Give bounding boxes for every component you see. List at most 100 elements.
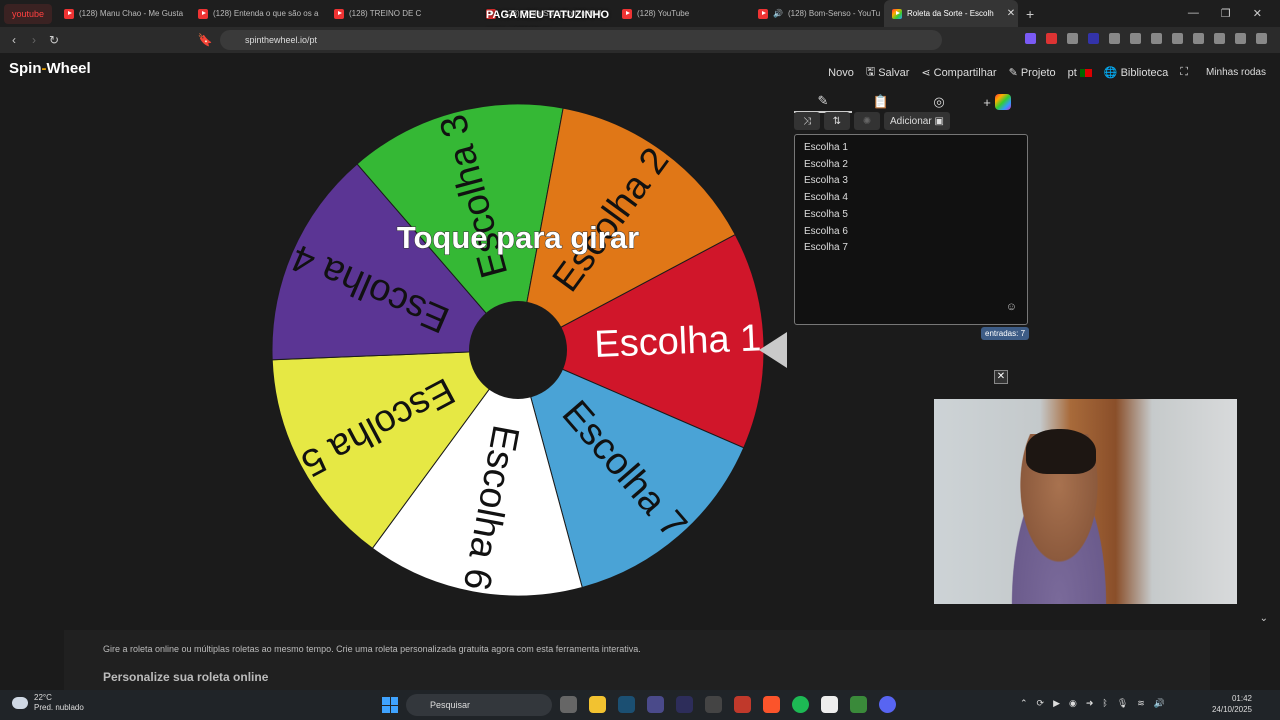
extension-icon[interactable] <box>1067 33 1078 44</box>
forward-icon[interactable]: › <box>24 33 44 47</box>
nav-label: Compartilhar <box>933 66 997 79</box>
new-tab-button[interactable]: + <box>1026 6 1034 22</box>
spotify-icon[interactable] <box>792 696 809 713</box>
app-icon[interactable] <box>676 696 693 713</box>
entries-textarea[interactable]: Escolha 1 Escolha 2 Escolha 3 Escolha 4 … <box>794 134 1028 325</box>
brave-icon[interactable] <box>763 696 780 713</box>
biblioteca-button[interactable]: 🌐 Biblioteca <box>1104 66 1168 80</box>
projeto-button[interactable]: ✎ Projeto <box>1008 66 1056 80</box>
sync-icon[interactable]: ⟳ <box>1037 698 1045 709</box>
chevron-down-icon[interactable]: ⌄ <box>1260 613 1268 624</box>
play-icon[interactable]: ▶ <box>1053 698 1060 709</box>
chevron-up-icon[interactable]: ⌃ <box>1020 698 1028 709</box>
weather-widget[interactable]: 22°C Pred. nublado <box>12 693 84 713</box>
tab-entenda[interactable]: (128) Entenda o que são os a <box>190 0 326 27</box>
leo-icon[interactable] <box>1214 33 1225 44</box>
music-icon[interactable] <box>1151 33 1162 44</box>
tab-label: (128) YouTube <box>637 9 690 18</box>
editor-toolbar: ✎ 📋 ◎ + <box>794 91 1034 113</box>
wheel-segment-label: Escolha 1 <box>594 317 762 366</box>
spinwheel-favicon-icon <box>892 8 902 19</box>
edit-tab[interactable]: ✎ <box>794 91 852 113</box>
puzzle-icon[interactable] <box>1109 33 1120 44</box>
compartilhar-button[interactable]: ⋖ Compartilhar <box>921 66 997 80</box>
task-view-icon[interactable] <box>560 696 577 713</box>
date: 24/10/2025 <box>1211 705 1252 714</box>
spin-prompt-text[interactable]: Toque para girar <box>396 220 639 256</box>
microphone-icon[interactable]: 🎙 <box>1117 698 1128 709</box>
discord-icon[interactable] <box>879 696 896 713</box>
shuffle-button[interactable]: ⤨ <box>794 112 820 130</box>
wallet-icon[interactable] <box>1193 33 1204 44</box>
window-controls: — ❐ ✕ <box>1188 7 1280 20</box>
footer-heading: Personalize sua roleta online <box>103 670 269 684</box>
arrow-icon[interactable]: ➜ <box>1086 698 1094 709</box>
vpn-icon[interactable] <box>1235 33 1246 44</box>
tab-label: (128) Manu Chao - Me Gusta <box>79 9 184 18</box>
wheel-svg[interactable]: Escolha 1Escolha 7Escolha 6Escolha 5Esco… <box>270 102 766 598</box>
url-field[interactable]: spinthewheel.io/pt <box>220 30 942 50</box>
volume-icon[interactable]: 🔊 <box>1154 698 1165 709</box>
close-overlay-button[interactable]: ✕ <box>994 370 1008 384</box>
tab-pinned-youtube[interactable]: youtube <box>4 3 52 24</box>
reload-icon[interactable]: ↻ <box>44 33 64 47</box>
minimize-icon[interactable]: — <box>1188 7 1199 20</box>
emoji-icon[interactable]: ☺ <box>1006 299 1017 316</box>
logo-text: Wheel <box>46 60 91 77</box>
nav-label: Projeto <box>1020 66 1056 79</box>
tab-roleta-active[interactable]: Roleta da Sorte - Escolh ✕ <box>884 0 1018 27</box>
add-wheel-button[interactable]: + <box>968 91 1026 113</box>
site-logo[interactable]: Spin-Wheel <box>9 60 91 77</box>
spin-wheel[interactable]: Escolha 1 Escolha 7 Escolha 6 Escolha 5 Esco… <box>270 102 766 598</box>
extension-icon[interactable] <box>1130 33 1141 44</box>
app-tray-icon[interactable]: ◉ <box>1069 698 1077 709</box>
notepad-icon[interactable] <box>821 696 838 713</box>
spinthewheel-page: Spin-Wheel Novo 🖫 Salvar ⋖ Compartilhar ✎ P… <box>0 53 1280 690</box>
add-label: Adicionar <box>890 115 932 127</box>
tab-manu-chao[interactable]: (128) Manu Chao - Me Gusta <box>56 0 190 27</box>
wheel-hub[interactable] <box>469 301 567 399</box>
wifi-icon[interactable]: ≋ <box>1137 698 1145 709</box>
youtube-icon <box>334 8 344 19</box>
fullscreen-button[interactable]: ⛶ <box>1180 66 1188 79</box>
logo-text: Spin <box>9 60 42 77</box>
entry-line: Escolha 6 <box>804 225 848 237</box>
menu-icon[interactable] <box>1256 33 1267 44</box>
sort-button[interactable]: ⇅ <box>824 112 850 130</box>
novo-button[interactable]: Novo <box>828 67 854 79</box>
shuffle-icon: ⤨ <box>803 115 811 127</box>
extension-icon[interactable] <box>1088 33 1099 44</box>
salvar-button[interactable]: 🖫 Salvar <box>866 63 910 82</box>
language-selector[interactable]: pt <box>1068 67 1092 79</box>
add-image-button[interactable]: Adicionar ▣ <box>884 112 950 130</box>
color-palette-icon <box>994 94 1011 110</box>
entry-tools: ⤨ ⇅ ✺ Adicionar ▣ <box>794 112 950 130</box>
taskbar-search[interactable]: Pesquisar <box>406 694 552 716</box>
app-icon[interactable] <box>647 696 664 713</box>
extension-icon[interactable] <box>1025 33 1036 44</box>
bluetooth-icon[interactable]: ᛒ <box>1102 698 1107 709</box>
cloud-icon <box>12 697 28 709</box>
clock[interactable]: 01:42 24/10/2025 <box>1208 693 1252 715</box>
tab-treino[interactable]: (128) TREINO DE C <box>326 0 476 27</box>
opera-icon[interactable] <box>734 696 751 713</box>
close-tab-icon[interactable]: ✕ <box>1007 8 1015 19</box>
tab-bom-senso[interactable]: 🔊 (128) Bom-Senso - YouTu <box>750 0 884 27</box>
sidebar-icon[interactable] <box>1172 33 1183 44</box>
pencil-icon: ✎ <box>1008 67 1018 79</box>
app-icon[interactable] <box>850 696 867 713</box>
tab-label: (128) TREINO DE C <box>349 9 422 18</box>
bookmark-icon[interactable]: 🔖 <box>195 33 215 47</box>
tab-youtube[interactable]: (128) YouTube <box>614 0 750 27</box>
hide-tab[interactable]: ◎ <box>910 91 968 113</box>
results-tab[interactable]: 📋 <box>852 91 910 113</box>
restore-icon[interactable]: ❐ <box>1221 7 1231 20</box>
minhas-rodas-button[interactable]: Minhas rodas <box>1206 67 1266 78</box>
app-icon[interactable] <box>705 696 722 713</box>
close-window-icon[interactable]: ✕ <box>1253 7 1262 20</box>
back-icon[interactable]: ‹ <box>4 33 24 47</box>
extension-icon[interactable] <box>1046 33 1057 44</box>
windows-start-icon[interactable] <box>382 697 398 713</box>
file-explorer-icon[interactable] <box>589 696 606 713</box>
steam-icon[interactable] <box>618 696 635 713</box>
